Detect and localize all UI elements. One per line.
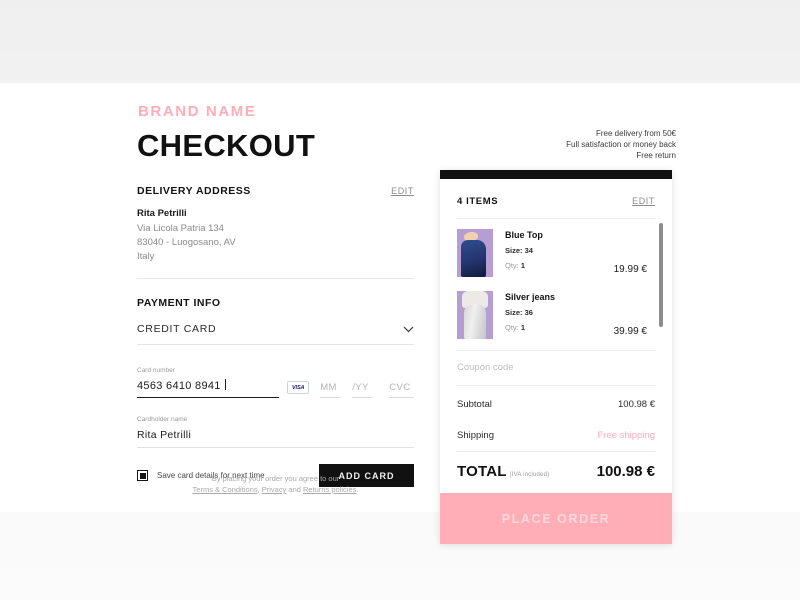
table-row[interactable]: Blue Top Size: 34 Qty: 1 19.99 € bbox=[457, 222, 655, 284]
cardholder-name-value: Rita Petrilli bbox=[137, 429, 192, 441]
address-country: Italy bbox=[137, 251, 155, 262]
subtotal-value: 100.98 € bbox=[618, 399, 655, 410]
product-name: Silver jeans bbox=[505, 292, 556, 302]
total-value: 100.98 € bbox=[596, 463, 655, 480]
expiry-year-field[interactable]: /YY bbox=[352, 382, 374, 398]
cardholder-name-field[interactable]: Cardholder name Rita Petrilli bbox=[137, 416, 414, 448]
shipping-label: Shipping bbox=[457, 430, 494, 441]
promo-line-2: Full satisfaction or money back bbox=[566, 140, 676, 149]
place-order-button[interactable]: PLACE ORDER bbox=[440, 493, 672, 544]
summary-content: 4 ITEMS EDIT Blue Top Size: 34 Qty: 1 19… bbox=[440, 179, 672, 493]
divider bbox=[137, 278, 414, 279]
shipping-row: Shipping Free shipping bbox=[457, 420, 655, 451]
expiry-month-field[interactable]: MM bbox=[320, 382, 342, 398]
checkout-form: DELIVERY ADDRESS EDIT Rita Petrilli Via … bbox=[137, 185, 415, 487]
delivery-address-block: Rita Petrilli Via Licola Patria 134 8304… bbox=[137, 207, 414, 264]
subtotal-label: Subtotal bbox=[457, 399, 492, 410]
product-thumbnail bbox=[457, 291, 493, 339]
product-qty-label: Qty: bbox=[505, 261, 519, 270]
product-qty-label: Qty: bbox=[505, 323, 519, 332]
items-list: Blue Top Size: 34 Qty: 1 19.99 € Silver … bbox=[457, 219, 663, 346]
card-number-label: Card number bbox=[137, 367, 175, 374]
promo-line-1: Free delivery from 50€ bbox=[595, 129, 676, 138]
chevron-down-icon bbox=[403, 326, 414, 332]
cardholder-name-label: Cardholder name bbox=[137, 416, 188, 423]
grand-total-row: TOTAL (IVA included) 100.98 € bbox=[457, 451, 655, 493]
card-fields-row: Card number 4563 6410 8941 VISA MM /YY C… bbox=[137, 367, 415, 398]
total-label-text: TOTAL bbox=[457, 463, 507, 480]
address-street: Via Licola Patria 134 bbox=[137, 223, 224, 234]
table-row[interactable]: Silver jeans Size: 36 Qty: 1 39.99 € bbox=[457, 284, 655, 346]
edit-items-link[interactable]: EDIT bbox=[632, 196, 655, 206]
promo-line-3: Free return bbox=[636, 151, 676, 160]
visa-icon: VISA bbox=[287, 381, 310, 394]
total-label: TOTAL (IVA included) bbox=[457, 463, 549, 480]
text-caret bbox=[224, 379, 226, 390]
payment-method-value: CREDIT CARD bbox=[137, 323, 217, 335]
product-qty-value: 1 bbox=[520, 261, 526, 270]
address-city: 83040 - Luogosano, AV bbox=[137, 237, 236, 248]
delivery-address-header: DELIVERY ADDRESS EDIT bbox=[137, 185, 414, 197]
product-thumbnail bbox=[457, 229, 493, 277]
cvc-field[interactable]: CVC bbox=[389, 382, 415, 398]
product-name: Blue Top bbox=[505, 230, 543, 240]
subtotal-row: Subtotal 100.98 € bbox=[457, 386, 655, 420]
product-qty-value: 1 bbox=[520, 323, 526, 332]
recipient-name: Rita Petrilli bbox=[137, 208, 187, 219]
items-count-label: 4 ITEMS bbox=[457, 196, 499, 207]
terms-text: By placing your order you agree to our T… bbox=[137, 473, 414, 495]
brand-logo: BRAND NAME bbox=[138, 103, 257, 120]
terms-end: . bbox=[356, 485, 359, 494]
payment-method-select[interactable]: CREDIT CARD bbox=[137, 323, 414, 345]
returns-policies-link[interactable]: Returns policies bbox=[303, 485, 356, 494]
promo-info: Free delivery from 50€ Full satisfaction… bbox=[566, 128, 676, 161]
card-number-value: 4563 6410 8941 bbox=[137, 380, 221, 392]
edit-delivery-address-link[interactable]: EDIT bbox=[391, 186, 414, 196]
order-summary-panel: 4 ITEMS EDIT Blue Top Size: 34 Qty: 1 19… bbox=[440, 170, 672, 544]
payment-info-title: PAYMENT INFO bbox=[137, 297, 221, 309]
items-scrollbar[interactable] bbox=[659, 223, 663, 327]
product-price: 39.99 € bbox=[613, 326, 647, 337]
privacy-link[interactable]: Privacy bbox=[262, 485, 287, 494]
terms-conditions-link[interactable]: Terms & Conditions bbox=[193, 485, 258, 494]
product-size: Size: 34 bbox=[505, 246, 533, 255]
shipping-value: Free shipping bbox=[597, 430, 655, 441]
items-header: 4 ITEMS EDIT bbox=[457, 179, 655, 219]
total-note: (IVA included) bbox=[509, 472, 550, 478]
page-title: CHECKOUT bbox=[137, 128, 316, 163]
coupon-code-input[interactable]: Coupon code bbox=[457, 350, 655, 386]
delivery-address-title: DELIVERY ADDRESS bbox=[137, 185, 251, 197]
summary-top-bar bbox=[440, 170, 672, 179]
product-price: 19.99 € bbox=[613, 264, 647, 275]
card-number-field[interactable]: Card number 4563 6410 8941 bbox=[137, 367, 280, 398]
terms-intro: By placing your order you agree to our bbox=[211, 474, 340, 483]
terms-sep-2: and bbox=[286, 485, 304, 494]
product-size: Size: 36 bbox=[505, 308, 533, 317]
